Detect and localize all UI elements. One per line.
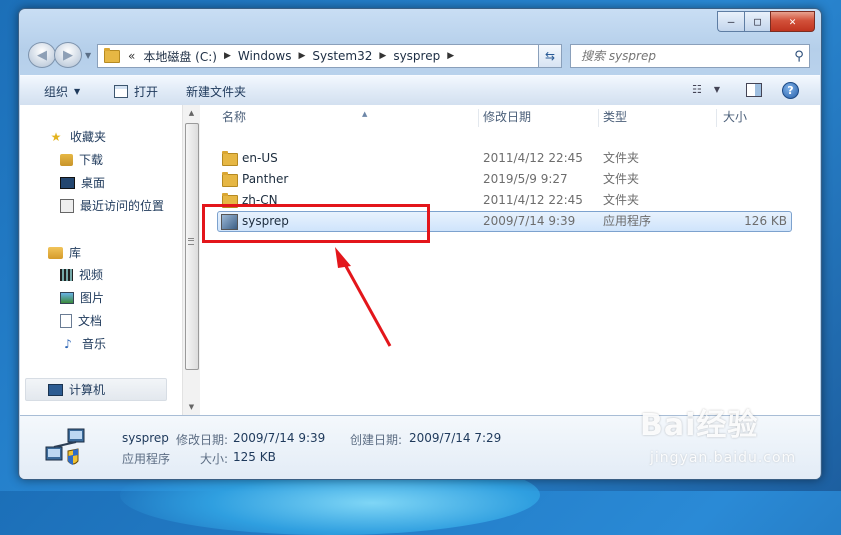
baidu-watermark: Bai经验 — [640, 408, 759, 443]
details-modified-label: 修改日期: — [176, 433, 229, 447]
application-icon — [45, 428, 85, 465]
details-created-label: 创建日期: — [350, 433, 403, 447]
details-size-value: 125 KB — [233, 450, 276, 464]
details-modified-value: 2009/7/14 9:39 — [233, 431, 326, 445]
details-size-label: 大小: — [200, 452, 229, 466]
details-type-value: 应用程序 — [122, 452, 171, 466]
baidu-watermark-url: jingyan.baidu.com — [650, 450, 797, 466]
details-file-name: sysprep — [122, 431, 169, 445]
details-created-value: 2009/7/14 7:29 — [409, 431, 502, 445]
